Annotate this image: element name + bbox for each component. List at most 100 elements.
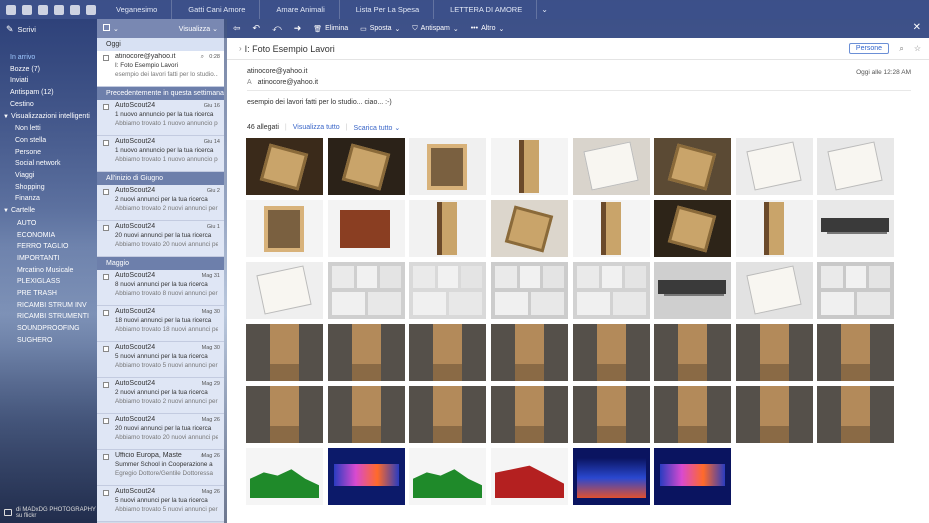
message-row[interactable]: AutoScout24 Mag 26 5 nuovi annunci per la … [97, 486, 224, 522]
view-menu[interactable]: Visualizza ⌄ [179, 25, 218, 33]
nav-item[interactable]: RICAMBI STRUMENTI [0, 311, 97, 323]
recipient[interactable]: atinocore@yahoo.it [258, 79, 318, 86]
message-row[interactable]: AutoScout24 Mag 30 18 nuovi annunci per la… [97, 306, 224, 342]
attachment-thumbnail[interactable] [654, 262, 731, 319]
message-checkbox[interactable] [103, 189, 109, 195]
paperclip-icon[interactable]: ⌕ [899, 44, 903, 54]
nav-section[interactable]: ▼ Visualizzazioni intelligenti [0, 111, 97, 124]
attachment-thumbnail[interactable] [491, 138, 568, 195]
attachment-thumbnail[interactable] [409, 386, 486, 443]
attachment-thumbnail[interactable] [654, 200, 731, 257]
nav-item[interactable]: Inviati [0, 75, 97, 87]
photo-credit[interactable]: di MADxDG PHOTOGRAPHY su flickr [4, 507, 96, 519]
message-row[interactable]: AutoScout24 Mag 29 2 nuovi annunci per la … [97, 378, 224, 414]
attachment-thumbnail[interactable] [817, 324, 894, 381]
attachment-thumbnail[interactable] [573, 138, 650, 195]
message-checkbox[interactable] [103, 274, 109, 280]
message-row[interactable]: AutoScout24 Mag 30 5 nuovi annunci per la … [97, 342, 224, 378]
nav-item[interactable]: Social network [0, 158, 97, 170]
attachment-thumbnail[interactable] [246, 448, 323, 505]
message-checkbox[interactable] [103, 346, 109, 352]
attachment-thumbnail[interactable] [328, 262, 405, 319]
star-icon[interactable]: ☆ [914, 44, 921, 54]
attachment-thumbnail[interactable] [654, 386, 731, 443]
chevron-down-icon[interactable]: ⌄ [537, 0, 549, 19]
attachment-thumbnail[interactable] [573, 262, 650, 319]
attachment-thumbnail[interactable] [246, 386, 323, 443]
attachment-thumbnail[interactable] [409, 138, 486, 195]
nav-item[interactable]: SUGHERO [0, 335, 97, 347]
attachment-thumbnail[interactable] [736, 324, 813, 381]
nav-item[interactable]: Shopping [0, 182, 97, 194]
attachment-thumbnail[interactable] [409, 324, 486, 381]
nav-item[interactable]: Cestino [0, 99, 97, 111]
attachment-thumbnail[interactable] [654, 138, 731, 195]
attachment-thumbnail[interactable] [491, 262, 568, 319]
view-all-link[interactable]: Visualizza tutto [293, 124, 340, 132]
nav-section[interactable]: ▼ Cartelle [0, 205, 97, 218]
mobile-icon[interactable] [86, 4, 96, 15]
message-row[interactable]: ⌕ Ufficio Europa, Maste Mag 26 Summer Schoo… [97, 450, 224, 486]
message-row[interactable]: AutoScout24 Giu 14 1 nuovo annuncio per la… [97, 136, 224, 172]
compose-button[interactable]: ✎ Scrivi [0, 19, 97, 40]
attachment-thumbnail[interactable] [491, 386, 568, 443]
forward-icon[interactable]: ➜ [294, 23, 302, 34]
nav-item[interactable]: Viaggi [0, 170, 97, 182]
attachment-thumbnail[interactable] [328, 448, 405, 505]
nav-item[interactable]: Bozze (7) [0, 64, 97, 76]
message-row[interactable]: AutoScout24 Giu 1 20 nuovi annunci per la … [97, 221, 224, 257]
close-icon[interactable]: ✕ [913, 22, 921, 33]
nav-item[interactable]: Persone [0, 147, 97, 159]
message-row[interactable]: AutoScout24 Giu 2 2 nuovi annunci per la t… [97, 185, 224, 221]
attachment-thumbnail[interactable] [246, 200, 323, 257]
nav-item[interactable]: FERRO TAGLIO [0, 241, 97, 253]
attachment-thumbnail[interactable] [328, 138, 405, 195]
chevron-right-icon[interactable]: › [239, 44, 242, 53]
nav-item[interactable]: IMPORTANTI [0, 253, 97, 265]
attachment-thumbnail[interactable] [409, 448, 486, 505]
collapse-icon[interactable]: ▼ [3, 208, 9, 214]
tab-item[interactable]: Veganesimo [100, 0, 173, 19]
message-checkbox[interactable] [103, 225, 109, 231]
attachment-thumbnail[interactable] [817, 386, 894, 443]
reply-all-icon[interactable]: ⤺ [272, 23, 282, 34]
attachment-thumbnail[interactable] [654, 448, 731, 505]
message-checkbox[interactable] [103, 104, 109, 110]
attachment-thumbnail[interactable] [246, 138, 323, 195]
attachment-thumbnail[interactable] [246, 262, 323, 319]
message-checkbox[interactable] [103, 454, 109, 460]
mail-icon[interactable] [6, 4, 16, 15]
nav-item[interactable]: RICAMBI STRUM INV [0, 300, 97, 312]
message-checkbox[interactable] [103, 140, 109, 146]
back-arrow-icon[interactable]: ⇦ [233, 23, 241, 34]
message-checkbox[interactable] [103, 310, 109, 316]
spam-button[interactable]: ⛉ Antispam ⌄ [412, 25, 458, 33]
attachment-thumbnail[interactable] [246, 324, 323, 381]
nav-item[interactable]: In arrivo [0, 52, 97, 64]
attachment-thumbnail[interactable] [817, 200, 894, 257]
messenger-icon[interactable] [70, 4, 80, 15]
attachment-thumbnail[interactable] [409, 262, 486, 319]
attachment-thumbnail[interactable] [573, 200, 650, 257]
attachment-thumbnail[interactable] [491, 324, 568, 381]
collapse-icon[interactable]: ▼ [3, 114, 9, 120]
message-checkbox[interactable] [103, 382, 109, 388]
attachment-thumbnail[interactable] [817, 138, 894, 195]
reply-icon[interactable]: ↶ [253, 23, 261, 34]
attachment-thumbnail[interactable] [573, 324, 650, 381]
nav-item[interactable]: AUTO [0, 218, 97, 230]
message-checkbox[interactable] [103, 490, 109, 496]
nav-item[interactable]: Non letti [0, 123, 97, 135]
message-row[interactable]: AutoScout24 Mag 31 8 nuovi annunci per la … [97, 270, 224, 306]
persone-button[interactable]: Persone [848, 43, 889, 54]
delete-button[interactable]: 🗑 Elimina [313, 25, 348, 33]
notepad-icon[interactable] [54, 4, 64, 15]
nav-item[interactable]: ECONOMIA [0, 230, 97, 242]
attachment-thumbnail[interactable] [328, 386, 405, 443]
attachment-thumbnail[interactable] [328, 200, 405, 257]
attachment-thumbnail[interactable] [736, 138, 813, 195]
message-row[interactable]: AutoScout24 Mag 26 20 nuovi annunci per la… [97, 414, 224, 450]
tab-item[interactable]: Amare Animali [260, 0, 340, 19]
calendar-icon[interactable] [38, 4, 48, 15]
move-button[interactable]: ▭ Sposta ⌄ [360, 25, 400, 33]
